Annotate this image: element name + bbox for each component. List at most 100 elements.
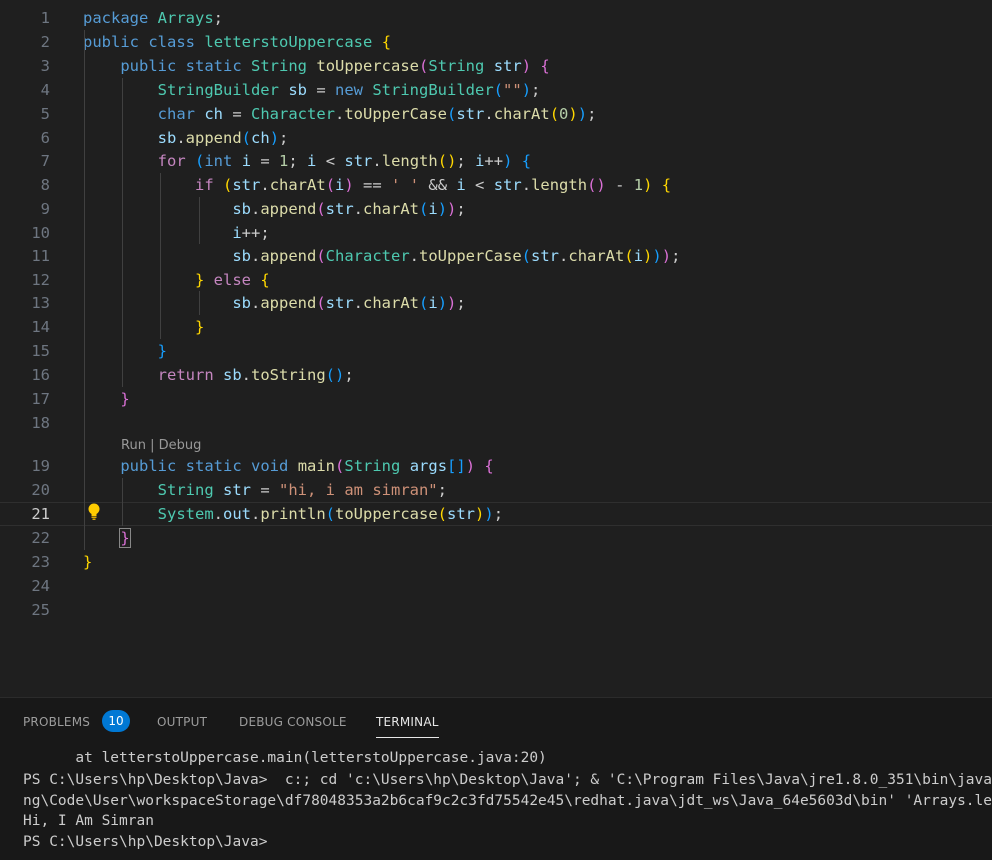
code-line[interactable]: 13 sb.append(str.charAt(i));: [0, 291, 992, 315]
code-token: ;: [456, 152, 476, 170]
code-line[interactable]: 16 return sb.toString();: [0, 363, 992, 387]
tab-debug-console[interactable]: DEBUG CONSOLE: [239, 713, 347, 731]
code-line[interactable]: 10 i++;: [0, 221, 992, 245]
line-number: 8: [40, 176, 50, 194]
terminal-output[interactable]: at letterstoUppercase.main(letterstoUppe…: [0, 746, 992, 860]
code-token: .: [250, 294, 261, 312]
code-text: }: [83, 526, 131, 550]
line-number: 3: [40, 57, 50, 75]
tab-terminal[interactable]: TERMINAL: [376, 713, 439, 738]
code-token: if: [194, 176, 214, 194]
code-token: str: [531, 247, 560, 265]
code-text: }: [83, 339, 167, 363]
code-token: ;: [288, 152, 308, 170]
lightbulb-icon[interactable]: [86, 502, 102, 522]
problems-count-badge: 10: [102, 710, 130, 732]
panel-tabs: PROBLEMS 10 OUTPUT DEBUG CONSOLE TERMINA…: [0, 698, 992, 742]
line-number: 23: [31, 553, 50, 571]
code-token: static: [185, 457, 242, 475]
code-line[interactable]: 9 sb.append(str.charAt(i));: [0, 197, 992, 221]
code-token: sb: [232, 247, 251, 265]
code-line[interactable]: 4 StringBuilder sb = new StringBuilder("…: [0, 78, 992, 102]
terminal-line: at letterstoUppercase.main(letterstoUppe…: [23, 750, 547, 766]
code-editor[interactable]: 1 package Arrays; 2 public class letterstoU…: [0, 0, 992, 697]
code-token: ): [344, 176, 354, 194]
code-line[interactable]: 6 sb.append(ch);: [0, 126, 992, 150]
code-token: ++;: [241, 224, 270, 242]
line-number: 12: [31, 271, 50, 289]
code-token: str: [344, 152, 373, 170]
indent-guide: [122, 478, 123, 526]
code-token: ): [437, 200, 448, 218]
code-text: if (str.charAt(i) == ' ' && i < str.leng…: [83, 173, 671, 197]
code-line[interactable]: 24: [0, 574, 992, 598]
terminal-line: Hi, I Am Simran: [23, 813, 154, 829]
code-line[interactable]: 14 }: [0, 315, 992, 339]
code-token: =: [223, 105, 251, 123]
code-token: []: [447, 457, 466, 475]
code-text: public static String toUppercase(String …: [83, 54, 549, 78]
code-line[interactable]: 19 public static void main(String args[]…: [0, 454, 992, 478]
code-line[interactable]: 23}: [0, 550, 992, 574]
code-line[interactable]: 21 System.out.println(toUppercase(str));: [0, 502, 992, 526]
code-token: .: [484, 105, 494, 123]
code-line[interactable]: 22 }: [0, 526, 992, 550]
codelens: Run | Debug: [121, 437, 201, 455]
code-line[interactable]: 7 for (int i = 1; i < str.length(); i++)…: [0, 149, 992, 173]
tab-output[interactable]: OUTPUT: [157, 713, 207, 731]
code-text: public static void main(String args[]) {: [83, 454, 493, 478]
code-text: String str = "hi, i am simran";: [83, 478, 447, 502]
code-token: .: [521, 176, 532, 194]
line-number: 25: [31, 601, 50, 619]
line-number: 1: [40, 9, 50, 27]
indent-guide: [160, 173, 161, 339]
code-token: for: [157, 152, 186, 170]
code-line[interactable]: 25: [0, 598, 992, 622]
code-token: <: [316, 152, 345, 170]
code-line[interactable]: 3 public static String toUppercase(Strin…: [0, 54, 992, 78]
tab-problems[interactable]: PROBLEMS: [23, 713, 90, 731]
code-line[interactable]: 20 String str = "hi, i am simran";: [0, 478, 992, 502]
code-token: toUppercase: [316, 57, 420, 75]
code-token: String: [428, 57, 485, 75]
code-line[interactable]: 1 package Arrays;: [0, 6, 992, 30]
code-token: (: [624, 247, 634, 265]
code-line[interactable]: 15 }: [0, 339, 992, 363]
codelens-debug[interactable]: Debug: [159, 438, 202, 453]
code-line[interactable]: 5 char ch = Character.toUpperCase(str.ch…: [0, 102, 992, 126]
code-token: sb: [157, 129, 177, 147]
codelens-run[interactable]: Run: [121, 438, 146, 453]
code-token: class: [148, 33, 196, 51]
code-token: String: [344, 457, 401, 475]
code-text: }: [83, 550, 92, 574]
code-token: ==: [353, 176, 392, 194]
code-line[interactable]: 2 public class letterstoUppercase {: [0, 30, 992, 54]
code-line[interactable]: 17 }: [0, 387, 992, 411]
code-token: append: [260, 247, 317, 265]
code-token: {: [381, 33, 392, 51]
code-token: .: [353, 294, 364, 312]
terminal-line: PS C:\Users\hp\Desktop\Java>: [23, 834, 268, 850]
code-token: sb: [232, 200, 251, 218]
code-line[interactable]: 18: [0, 411, 992, 435]
code-token: "": [503, 81, 522, 99]
code-token: ;: [456, 294, 466, 312]
code-line[interactable]: 11 sb.append(Character.toUpperCase(str.c…: [0, 244, 992, 268]
code-token: i: [232, 224, 242, 242]
code-token: (: [419, 200, 429, 218]
code-line[interactable]: 8 if (str.charAt(i) == ' ' && i < str.le…: [0, 173, 992, 197]
code-token: ch: [251, 129, 270, 147]
code-line[interactable]: 12 } else {: [0, 268, 992, 292]
code-token: char: [157, 105, 195, 123]
